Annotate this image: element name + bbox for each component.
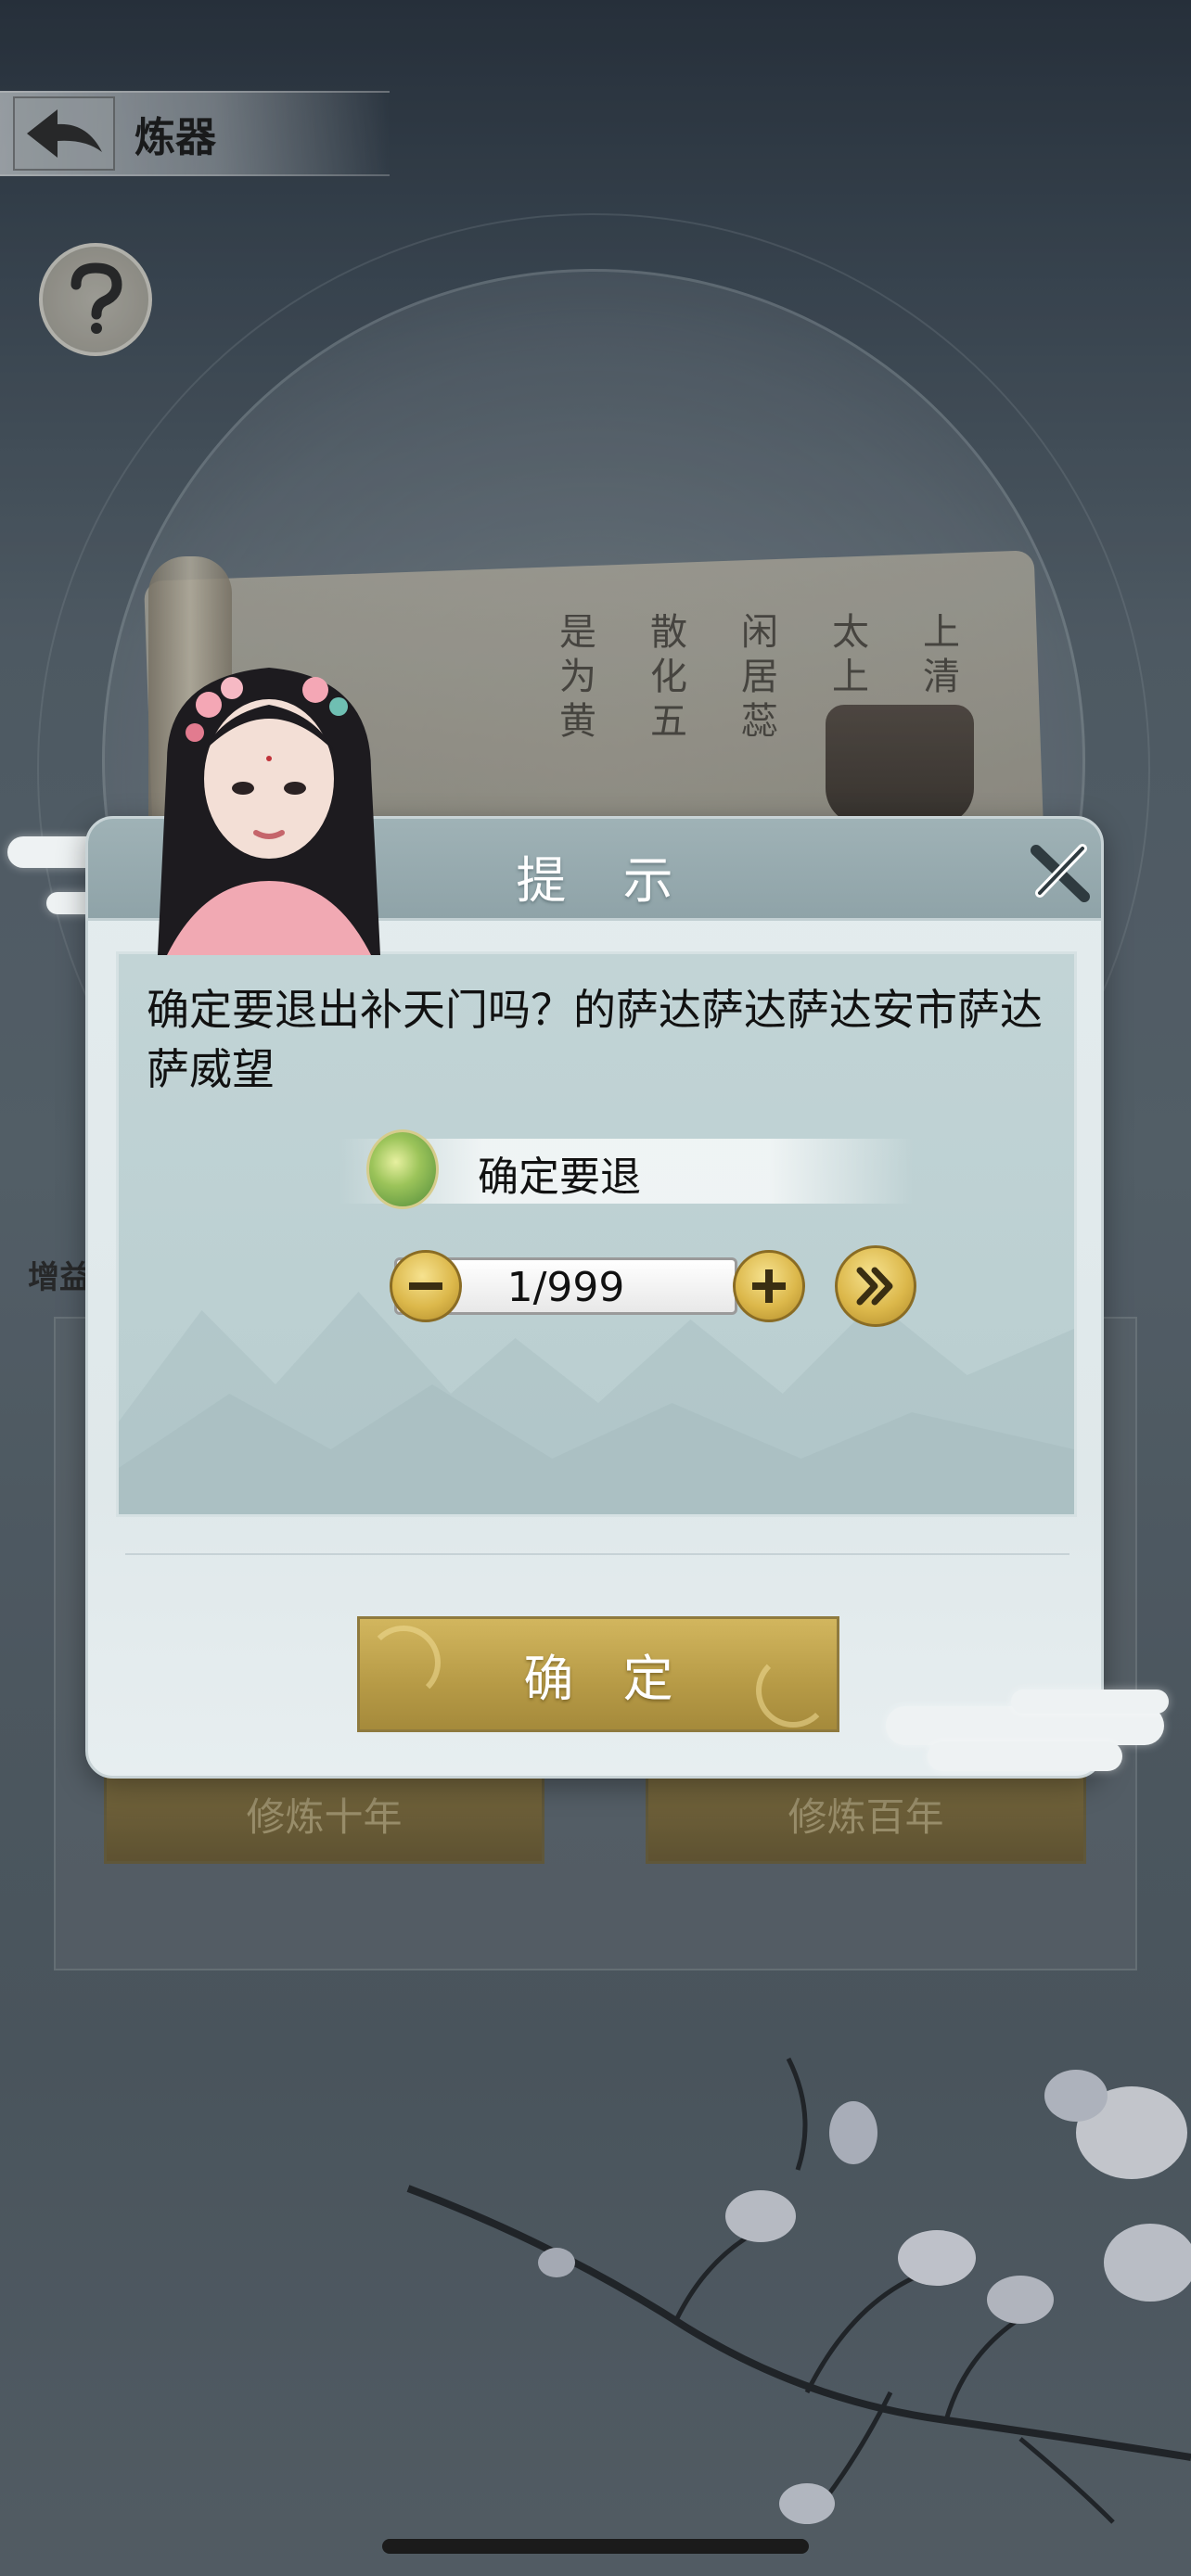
dialog-message: 确定要退出补天门吗？的萨达萨达萨达安市萨达萨威望	[147, 985, 1043, 1094]
max-quantity-button[interactable]	[835, 1245, 916, 1327]
cloud-decoration	[928, 1741, 1122, 1771]
dialog: 提 示 确定要退出补天门吗？的萨达萨达萨达安市萨达萨威望 确定要退 1/999	[85, 816, 1104, 1779]
jade-item-icon	[366, 1129, 439, 1209]
cloud-decoration	[1011, 1690, 1169, 1714]
dialog-content: 确定要退出补天门吗？的萨达萨达萨达安市萨达萨威望	[116, 951, 1077, 1517]
swirl-decoration	[756, 1653, 830, 1728]
close-x-icon	[1031, 844, 1090, 902]
home-indicator	[382, 2539, 809, 2554]
mountain-decoration	[119, 1292, 1074, 1514]
double-chevron-right-icon	[856, 1267, 893, 1306]
divider	[125, 1553, 1069, 1555]
decrease-button[interactable]	[390, 1250, 462, 1322]
close-button[interactable]	[1025, 837, 1095, 908]
swirl-decoration	[366, 1626, 441, 1700]
character-portrait	[158, 668, 380, 955]
plus-icon	[752, 1269, 786, 1303]
item-name: 确定要退	[478, 1154, 641, 1201]
increase-button[interactable]	[733, 1250, 805, 1322]
minus-icon	[409, 1282, 442, 1290]
